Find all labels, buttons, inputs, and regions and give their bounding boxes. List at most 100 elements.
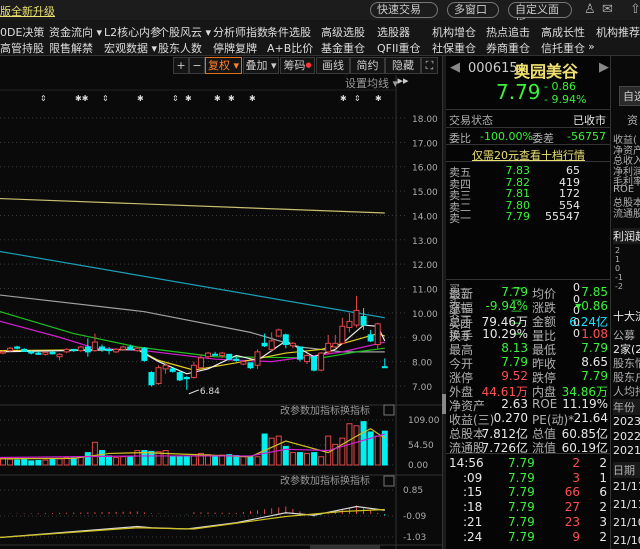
year-cell: 2021 — [613, 444, 640, 457]
multi-window-button[interactable]: 多窗口 — [447, 2, 499, 18]
event-marker-icon[interactable]: ✱ — [214, 94, 221, 103]
holder-label: 人均持 — [613, 385, 640, 398]
menu-item[interactable]: 宏观数据 ▾ — [104, 40, 157, 56]
fuquan-dropdown[interactable]: 复权 ▾ — [205, 57, 242, 74]
tick-time: :21 — [463, 514, 483, 529]
overlay-dropdown[interactable]: 叠加 ▾ — [243, 57, 279, 74]
menu-item[interactable]: A+B比价 — [267, 40, 313, 56]
hide-button[interactable]: 隐藏 ▸▸ — [385, 57, 421, 87]
chips-button[interactable]: 筹码● — [280, 57, 315, 74]
vol-panel-button[interactable]: 加指标 — [310, 404, 340, 417]
menu-item[interactable]: 资金流向 ▾ — [49, 24, 102, 40]
vol-panel-button[interactable]: 改参数 — [280, 404, 310, 417]
menu-item[interactable]: 社保重仓 — [432, 40, 476, 56]
ask-price: 7.79 — [505, 210, 531, 223]
stat-value: 2.63 — [501, 397, 528, 411]
simple-mode-button[interactable]: 简约 — [350, 57, 385, 74]
horizontal-scrollbar[interactable] — [310, 545, 380, 549]
volume-bar — [304, 452, 311, 466]
macd-panel-button[interactable]: 换指标 — [340, 474, 370, 487]
macd-panel-button[interactable]: 加指标 — [310, 474, 340, 487]
add-watchlist-button[interactable]: 自选 — [619, 86, 640, 106]
next-stock-icon[interactable]: ▶ — [599, 60, 609, 75]
candle-body — [127, 346, 134, 350]
candle-body — [120, 346, 127, 350]
menu-item[interactable]: 停牌复牌 — [213, 40, 257, 56]
menu-item[interactable]: 高级选股 — [321, 24, 365, 40]
macd-tick: 0.85 — [403, 486, 423, 496]
draw-line-button[interactable]: 画线 — [316, 57, 350, 74]
candle-body — [141, 347, 148, 361]
price-tick: 18.00 — [412, 115, 438, 125]
stat-value: 7.85 — [581, 285, 608, 299]
menu-item[interactable]: 信托重仓 — [541, 40, 585, 56]
event-marker-icon[interactable]: ⇕ — [354, 94, 361, 103]
tick-volume: 3 — [572, 470, 580, 485]
event-marker-icon[interactable]: ✱ — [340, 94, 347, 103]
tick-count: 2 — [599, 456, 607, 470]
event-marker-icon[interactable]: ⇕ — [40, 94, 47, 103]
macd-panel-button[interactable]: 改参数 — [280, 474, 310, 487]
candle-body — [367, 334, 374, 342]
volume-bar — [0, 458, 6, 466]
ask-level-label: 卖一 — [449, 212, 471, 225]
menu-item[interactable]: 条件选股 — [267, 24, 311, 40]
menu-item[interactable]: 券商重仓 — [486, 40, 530, 56]
menu-item[interactable]: L2核心内参 — [104, 24, 161, 40]
prev-stock-icon[interactable]: ◀ — [450, 60, 460, 75]
date-cell: 21/10 — [613, 516, 640, 529]
menu-item[interactable]: 热点追击 — [486, 24, 530, 40]
more-icon[interactable]: ⇧ — [630, 2, 640, 17]
mail-icon[interactable]: ✉ — [602, 2, 613, 17]
menu-item[interactable]: 机构推荐 — [596, 24, 640, 40]
candle-body — [282, 334, 289, 346]
tab-fund[interactable]: 资 — [627, 112, 638, 128]
candle-body — [176, 372, 183, 381]
vol-panel-button[interactable]: 换指标 — [340, 404, 370, 417]
menu-item[interactable]: 股东人数 — [158, 40, 202, 56]
low-pointer — [188, 389, 200, 395]
finance-label: 流通股 — [613, 208, 640, 220]
stat-value: -9.94% — [485, 299, 528, 313]
custom-panel-button[interactable]: 自定义面板 — [508, 2, 572, 30]
candle-body — [212, 353, 219, 356]
candle-body — [304, 355, 311, 363]
event-marker-icon[interactable]: ✱ — [249, 94, 256, 103]
vol-close-icon[interactable] — [383, 404, 395, 416]
user-icon[interactable]: ♙ — [584, 2, 596, 17]
menu-item[interactable]: » — [588, 40, 595, 53]
kline-chart[interactable]: 设置均线 ▾⇕ ✱✱ ⇕ ✱ ⇕ ✱ ✱ ✱ ✱ ✱ ⇕ ✱18.0017.0016.0015.001… — [0, 75, 442, 549]
macd-close-icon[interactable] — [383, 475, 395, 487]
menu-item[interactable]: QFII重仓 — [377, 40, 420, 56]
menu-item[interactable]: 高管持股 — [0, 40, 44, 56]
event-marker-icon[interactable]: ✱✱ — [75, 94, 89, 103]
event-marker-icon[interactable]: ⇕ — [172, 94, 179, 103]
menu-item[interactable]: 0DE决策 — [0, 24, 44, 40]
event-marker-icon[interactable]: ✱ — [228, 94, 235, 103]
quick-trade-button[interactable]: 快速交易 — [370, 2, 438, 18]
macd-tick: -1.03 — [403, 533, 426, 543]
zoom-in-button[interactable]: + — [173, 57, 189, 74]
event-marker-icon[interactable]: ⇕ — [102, 94, 109, 103]
menu-item[interactable]: 限售解禁 — [49, 40, 93, 56]
menu-item[interactable]: 高成长性 — [541, 24, 585, 40]
menu-item[interactable]: 个股风云 ▾ — [158, 24, 211, 40]
fullscreen-icon[interactable]: ⛶ — [421, 57, 438, 74]
event-marker-icon[interactable]: ✱ — [185, 94, 192, 103]
chart-toolbar: + − 复权 ▾ 叠加 ▾ 筹码● 画线 简约 隐藏 ▸▸ ⛶ — [0, 56, 442, 87]
menu-item[interactable]: 选股器 — [377, 24, 410, 40]
zoom-out-button[interactable]: − — [189, 57, 205, 74]
candle-body — [325, 342, 332, 353]
tick-volume: 2 — [572, 456, 580, 470]
tick-price: 7.79 — [508, 456, 535, 470]
date-cell: 21/11 — [613, 480, 640, 493]
volume-bar — [360, 421, 367, 466]
menu-item[interactable]: 基金重仓 — [321, 40, 365, 56]
upgrade-link[interactable]: 版全新升级 — [0, 3, 55, 19]
volume-bar — [311, 452, 318, 466]
menu-item[interactable]: 机构增仓 — [432, 24, 476, 40]
ma-setting-dropdown[interactable]: 设置均线 ▾ — [345, 76, 398, 90]
event-marker-icon[interactable]: ✱ — [375, 94, 382, 103]
event-marker-icon[interactable]: ✱ — [137, 94, 144, 103]
menu-item[interactable]: 分析师指数 — [213, 24, 268, 40]
